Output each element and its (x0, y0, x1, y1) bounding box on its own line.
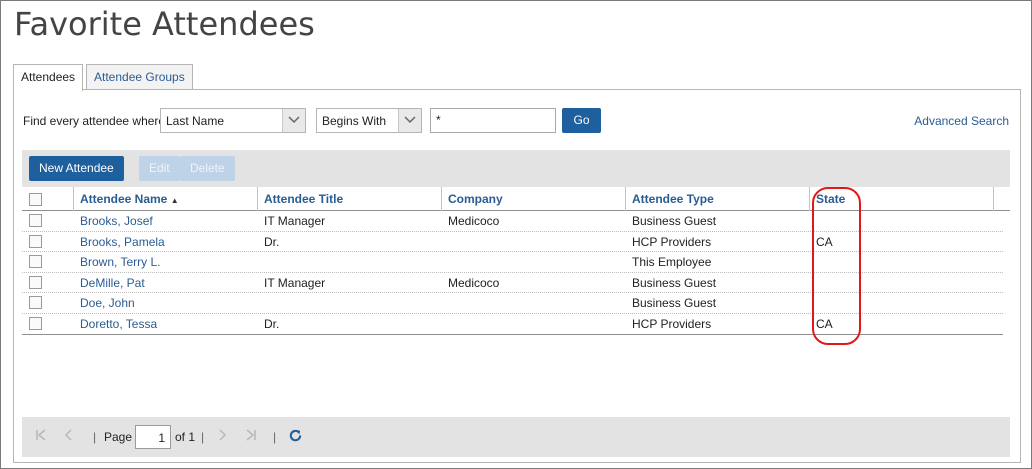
search-row: Find every attendee where Last Name Begi… (14, 108, 1020, 134)
row-checkbox[interactable] (29, 316, 42, 330)
next-page-icon[interactable] (217, 429, 227, 444)
page-title: Favorite Attendees (14, 5, 315, 43)
pager-separator: | (93, 430, 97, 444)
col-attendee-name[interactable]: Attendee Name ▲ (74, 187, 258, 211)
row-checkbox[interactable] (29, 234, 42, 248)
grid-header: Attendee Name ▲ Attendee Title Company A… (22, 187, 1010, 211)
row-checkbox[interactable] (29, 296, 42, 310)
table-row[interactable]: Doretto, Tessa Dr. HCP Providers CA (22, 314, 1003, 335)
company: Medicoco (448, 214, 500, 228)
col-attendee-title[interactable]: Attendee Title (258, 187, 442, 211)
pager: | Page 1 of 1 | | (22, 417, 1010, 457)
search-input[interactable]: * (430, 108, 556, 133)
state: CA (816, 234, 833, 249)
operator-select[interactable]: Begins With (316, 108, 422, 133)
delete-button[interactable]: Delete (180, 156, 235, 181)
attendee-type: HCP Providers (632, 316, 712, 331)
page-number-input[interactable]: 1 (135, 425, 171, 449)
sort-asc-icon: ▲ (170, 196, 179, 205)
attendee-title: Dr. (264, 316, 280, 331)
attendee-grid: Attendee Name ▲ Attendee Title Company A… (22, 187, 1010, 335)
attendee-title: IT Manager (264, 275, 326, 290)
page-label: Page (104, 430, 133, 444)
tab-attendees[interactable]: Attendees (13, 64, 84, 91)
window-frame: Favorite Attendees Attendees Attendee Gr… (0, 0, 1032, 469)
attendee-type: Business Guest (632, 296, 717, 311)
attendee-type: Business Guest (632, 214, 717, 228)
col-attendee-name-label: Attendee Name (80, 192, 168, 206)
page-count-label: of 1 (175, 430, 196, 444)
attendee-name-link[interactable]: Brooks, Pamela (80, 235, 165, 249)
col-company[interactable]: Company (442, 187, 626, 211)
refresh-icon[interactable] (288, 428, 303, 446)
attendee-name-link[interactable]: Brown, Terry L. (80, 255, 160, 269)
attendees-panel: Find every attendee where Last Name Begi… (13, 89, 1021, 463)
table-row[interactable]: DeMille, Pat IT Manager Medicoco Busines… (22, 273, 1003, 294)
table-row[interactable]: Brooks, Josef IT Manager Medicoco Busine… (22, 211, 1003, 232)
attendee-name-link[interactable]: Doe, John (80, 296, 135, 310)
field-select[interactable]: Last Name (160, 108, 306, 133)
chevron-down-icon[interactable] (398, 109, 421, 132)
attendee-title: Dr. (264, 234, 280, 249)
grid-body: Brooks, Josef IT Manager Medicoco Busine… (22, 211, 1003, 335)
operator-select-value: Begins With (322, 114, 387, 128)
select-all-checkbox[interactable] (29, 193, 42, 206)
select-all-cell (22, 187, 74, 211)
pager-separator: | (201, 430, 205, 444)
attendee-name-link[interactable]: DeMille, Pat (80, 276, 145, 290)
tab-attendee-groups[interactable]: Attendee Groups (86, 64, 193, 90)
advanced-search-link[interactable]: Advanced Search (914, 114, 1009, 128)
last-page-icon[interactable] (245, 429, 257, 444)
table-row[interactable]: Brooks, Pamela Dr. HCP Providers CA (22, 232, 1003, 253)
field-select-value: Last Name (166, 114, 225, 128)
row-checkbox[interactable] (29, 214, 42, 227)
col-state[interactable]: State (810, 187, 994, 211)
find-label: Find every attendee where (23, 114, 166, 128)
chevron-down-icon[interactable] (282, 109, 305, 132)
go-button[interactable]: Go (562, 108, 601, 133)
company: Medicoco (448, 275, 500, 290)
col-attendee-type[interactable]: Attendee Type (626, 187, 810, 211)
attendee-type: This Employee (632, 255, 712, 270)
attendee-title: IT Manager (264, 214, 326, 228)
attendee-type: Business Guest (632, 275, 717, 290)
prev-page-icon[interactable] (64, 429, 74, 444)
first-page-icon[interactable] (35, 429, 47, 444)
state: CA (816, 316, 833, 331)
row-checkbox[interactable] (29, 275, 42, 289)
attendee-type: HCP Providers (632, 234, 712, 249)
table-row[interactable]: Doe, John Business Guest (22, 293, 1003, 314)
new-attendee-button[interactable]: New Attendee (29, 156, 124, 181)
attendee-name-link[interactable]: Doretto, Tessa (80, 317, 157, 331)
edit-button[interactable]: Edit (139, 156, 180, 181)
pager-separator: | (273, 430, 277, 444)
row-checkbox[interactable] (29, 255, 42, 269)
grid-toolbar: New Attendee Edit Delete (22, 150, 1010, 187)
attendee-name-link[interactable]: Brooks, Josef (80, 214, 153, 228)
table-row[interactable]: Brown, Terry L. This Employee (22, 252, 1003, 273)
